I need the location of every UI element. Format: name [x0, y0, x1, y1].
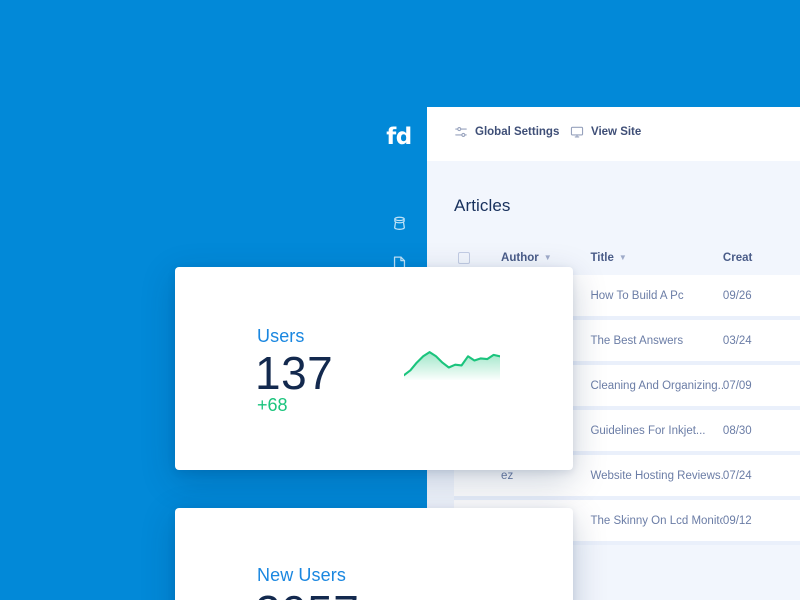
topbar-label-global-settings: Global Settings	[475, 126, 560, 138]
cell-title: The Best Answers	[590, 334, 684, 347]
cell-author: ez	[501, 469, 514, 482]
cell-created: 09/26	[722, 289, 752, 302]
stat-card-new-users[interactable]: New Users 2057	[175, 508, 573, 600]
page-title: Articles	[454, 196, 511, 215]
app-logo[interactable]: fd	[371, 124, 427, 150]
cell-created: 03/24	[722, 334, 752, 347]
topbar: Global Settings View Site	[427, 107, 800, 161]
stat-card-users-label: Users	[257, 326, 305, 346]
table-header-select-all[interactable]	[458, 252, 501, 264]
cell-title: Website Hosting Reviews...	[590, 469, 723, 482]
cell-created: 07/09	[722, 379, 752, 392]
table-header-created[interactable]: Creat	[723, 252, 800, 264]
monitor-icon	[570, 125, 584, 139]
table-header-author[interactable]: Author ▼	[501, 252, 590, 264]
topbar-label-view-site: View Site	[591, 126, 642, 138]
table-header-created-label: Creat	[722, 252, 753, 264]
cell-created: 07/24	[722, 469, 752, 482]
stat-card-users-value: 137	[255, 347, 334, 399]
cell-title: How To Build A Pc	[590, 289, 684, 302]
database-icon[interactable]	[371, 215, 427, 233]
chevron-down-icon: ▼	[618, 253, 627, 262]
table-header-title[interactable]: Title ▼	[590, 252, 722, 264]
cell-title: Cleaning And Organizing...	[590, 379, 723, 392]
cell-title: Guidelines For Inkjet...	[590, 424, 706, 437]
stat-card-new-users-label: New Users	[257, 565, 346, 585]
stat-card-users[interactable]: Users 137 +68	[175, 267, 573, 470]
stat-card-users-delta: +68	[257, 395, 288, 415]
cell-created: 09/12	[722, 514, 752, 527]
topbar-item-global-settings[interactable]: Global Settings	[454, 125, 559, 139]
select-all-checkbox[interactable]	[458, 252, 470, 264]
users-sparkline-chart	[404, 351, 500, 380]
cell-title: The Skinny On Lcd Monitors	[590, 514, 723, 527]
cell-created: 08/30	[722, 424, 752, 437]
table-header-title-label: Title	[590, 252, 614, 264]
table-header-author-label: Author	[501, 252, 539, 264]
topbar-item-view-site[interactable]: View Site	[570, 125, 641, 139]
chevron-down-icon: ▼	[543, 253, 552, 262]
sliders-icon	[454, 125, 468, 139]
stat-card-new-users-value: 2057	[255, 589, 359, 600]
